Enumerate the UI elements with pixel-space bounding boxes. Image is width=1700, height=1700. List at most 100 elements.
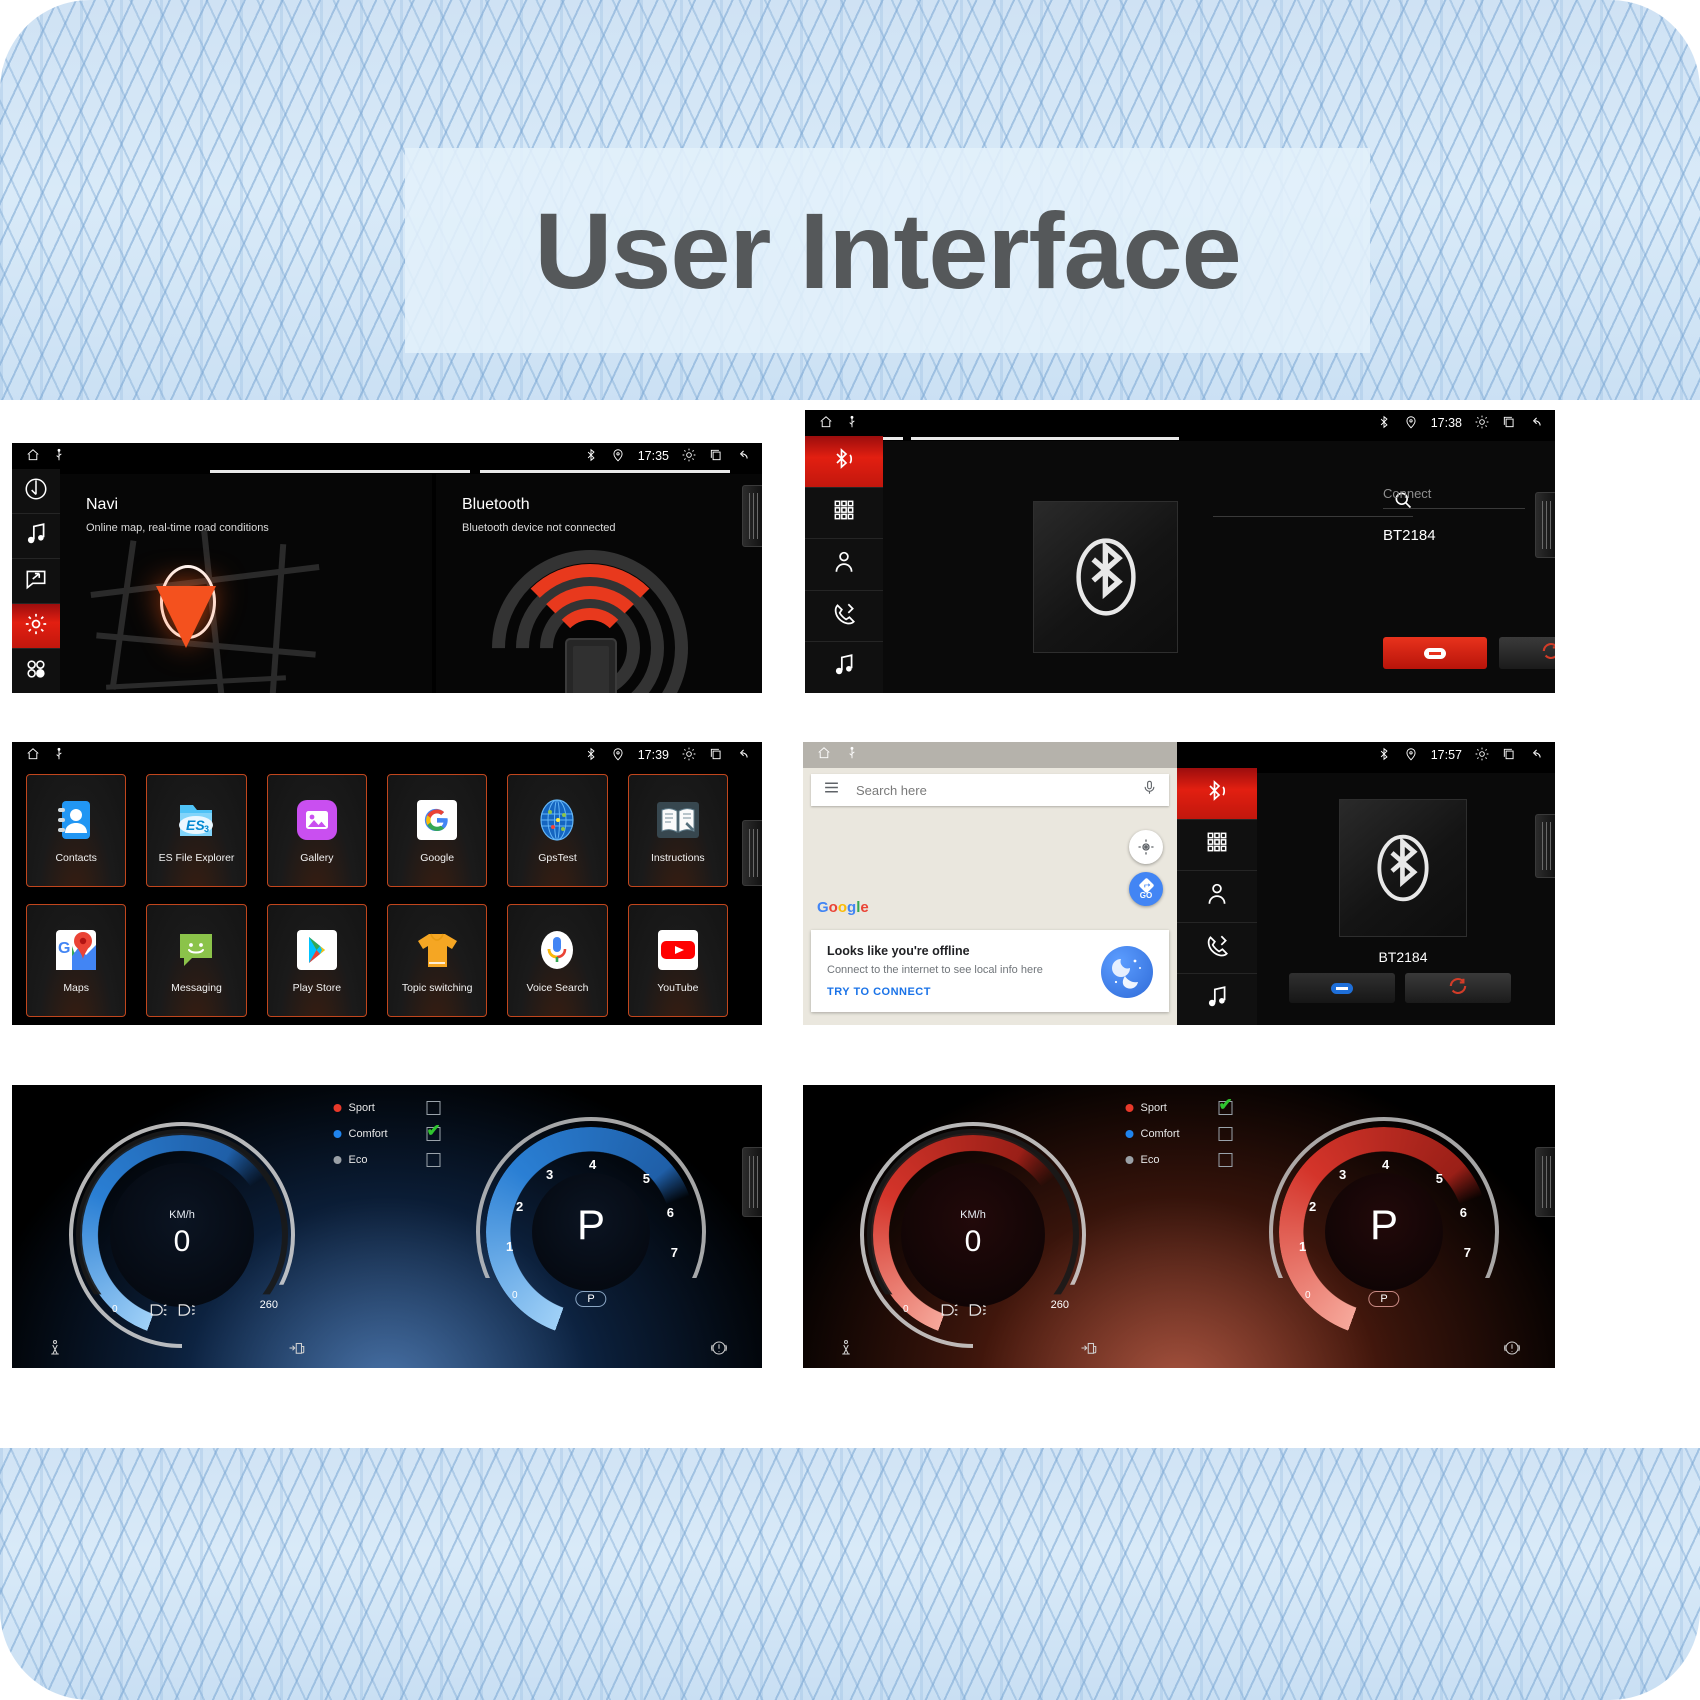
- home-card-navi[interactable]: Navi Online map, real-time road conditio…: [60, 474, 432, 693]
- sidebar-item-bluetooth[interactable]: [1177, 768, 1257, 820]
- mode-row-sport[interactable]: Sport: [333, 1101, 441, 1115]
- mode-row-comfort[interactable]: Comfort: [333, 1121, 441, 1141]
- sidebar-item-dialpad[interactable]: [805, 488, 883, 540]
- menu-icon[interactable]: [823, 779, 840, 801]
- sidebar-item-music[interactable]: [805, 642, 883, 693]
- bt2-statusbar: 17:57: [1177, 742, 1555, 768]
- refresh-button[interactable]: [1405, 973, 1511, 1003]
- sidebar-item-call-history[interactable]: [1177, 923, 1257, 975]
- page-title: User Interface: [534, 190, 1241, 311]
- brightness-icon[interactable]: [682, 448, 696, 465]
- disconnect-button[interactable]: [1289, 973, 1395, 1003]
- home-icon[interactable]: [26, 747, 40, 764]
- app-tile-youtube[interactable]: YouTube: [627, 904, 728, 1017]
- try-to-connect-link[interactable]: TRY TO CONNECT: [827, 986, 931, 998]
- eco-checkbox[interactable]: [1218, 1153, 1233, 1167]
- app-tile-gallery[interactable]: Gallery: [266, 774, 367, 887]
- rpm-tick: 6: [1459, 1205, 1467, 1220]
- app-tile-voice-search[interactable]: Voice Search: [507, 904, 608, 1017]
- bluetooth-icon: [1075, 538, 1136, 616]
- sidebar-item-music[interactable]: [12, 514, 60, 559]
- es-file-explorer-icon: ES 3: [173, 797, 219, 843]
- home-card-bluetooth[interactable]: Bluetooth Bluetooth device not connected: [436, 474, 762, 693]
- paired-device-name[interactable]: BT2184: [1383, 527, 1525, 544]
- maps-statusbar: [803, 742, 1177, 768]
- sidebar-item-contacts[interactable]: [805, 539, 883, 591]
- app-tile-gpstest[interactable]: GpsTest: [507, 774, 608, 887]
- maps-canvas[interactable]: Google GO: [803, 806, 1177, 924]
- home-rail: [12, 469, 60, 693]
- seatbelt-icon: [46, 1339, 64, 1362]
- dialpad-icon: [831, 497, 857, 528]
- recents-icon[interactable]: [709, 747, 723, 764]
- rpm-tick: 2: [1309, 1199, 1317, 1214]
- mode-row-sport[interactable]: Sport: [1125, 1095, 1233, 1115]
- music-note-icon: [1204, 984, 1230, 1015]
- minus-pill-icon: [1424, 647, 1446, 659]
- back-icon[interactable]: [1529, 747, 1543, 764]
- app-tile-instructions[interactable]: Instructions: [627, 774, 728, 887]
- sidebar-item-navigation[interactable]: [12, 469, 60, 514]
- recents-icon[interactable]: [1502, 415, 1516, 432]
- sidebar-item-call-history[interactable]: [805, 591, 883, 643]
- microphone-icon[interactable]: [1142, 779, 1157, 801]
- sidebar-item-screen-mirror[interactable]: [12, 559, 60, 604]
- comfort-checkbox[interactable]: [1218, 1127, 1233, 1141]
- brightness-icon[interactable]: [1475, 415, 1489, 432]
- my-location-button[interactable]: [1129, 830, 1163, 864]
- sidebar-item-bluetooth[interactable]: [805, 436, 883, 488]
- usb-icon: [845, 415, 859, 432]
- comfort-checkbox[interactable]: [426, 1121, 441, 1141]
- home-icon[interactable]: [26, 448, 40, 465]
- app-tile-contacts[interactable]: Contacts: [26, 774, 127, 887]
- recents-icon[interactable]: [709, 448, 723, 465]
- speed-unit: KM/h: [169, 1209, 195, 1221]
- back-icon[interactable]: [736, 448, 750, 465]
- screen-mirror-icon: [23, 566, 49, 597]
- speed-unit: KM/h: [960, 1209, 986, 1221]
- mode-row-eco[interactable]: Eco: [1125, 1153, 1233, 1167]
- bluetooth-icon: [1377, 415, 1391, 432]
- home-icon[interactable]: [817, 746, 831, 765]
- go-button[interactable]: GO: [1129, 872, 1163, 906]
- sport-checkbox[interactable]: [1218, 1095, 1233, 1115]
- app-tile-messaging[interactable]: Messaging: [146, 904, 247, 1017]
- sidebar-item-music[interactable]: [1177, 974, 1257, 1025]
- sport-checkbox[interactable]: [426, 1101, 441, 1115]
- back-icon[interactable]: [1529, 415, 1543, 432]
- recents-icon[interactable]: [1502, 747, 1516, 764]
- refresh-button[interactable]: [1499, 637, 1555, 669]
- sidebar-item-settings[interactable]: [12, 604, 60, 649]
- sidebar-item-contacts[interactable]: [1177, 871, 1257, 923]
- rpm-tick: 4: [589, 1157, 597, 1172]
- sidebar-item-dialpad[interactable]: [1177, 820, 1257, 872]
- eco-checkbox[interactable]: [426, 1153, 441, 1167]
- app-tile-play-store[interactable]: Play Store: [266, 904, 367, 1017]
- location-icon: [611, 448, 625, 465]
- mode-row-comfort[interactable]: Comfort: [1125, 1127, 1233, 1141]
- app-tile-google[interactable]: Google: [387, 774, 488, 887]
- mode-row-eco[interactable]: Eco: [333, 1153, 441, 1167]
- home-icon[interactable]: [819, 415, 833, 432]
- app-tile-topic-switching[interactable]: Topic switching: [387, 904, 488, 1017]
- back-icon[interactable]: [736, 747, 750, 764]
- app-tile-maps[interactable]: G Maps: [26, 904, 127, 1017]
- rpm-tick: 5: [642, 1171, 650, 1186]
- bt2-rail: [1177, 768, 1257, 1025]
- app-tile-es-file-explorer[interactable]: ES 3 ES File Explorer: [146, 774, 247, 887]
- navigation-icon: [23, 476, 49, 507]
- tachometer-gauge: P P 0 1 2 3 4 5 6 7: [1269, 1117, 1499, 1337]
- maps-search-bar[interactable]: Search here: [811, 774, 1169, 806]
- brightness-icon[interactable]: [682, 747, 696, 764]
- background-divider-bottom: [0, 1418, 1700, 1448]
- sidebar-item-apps[interactable]: [12, 649, 60, 693]
- search-input[interactable]: [1213, 489, 1383, 515]
- home-statusbar: 17:35: [12, 443, 762, 469]
- app-grid: Contacts ES 3 ES File Explorer Gallery G…: [26, 774, 728, 1017]
- home-card-navi-title: Navi: [86, 496, 119, 513]
- app-label: GpsTest: [538, 852, 577, 864]
- sport-dot-icon: [333, 1104, 342, 1112]
- disconnect-button[interactable]: [1383, 637, 1487, 669]
- rpm-tick: 7: [1463, 1245, 1471, 1260]
- brightness-icon[interactable]: [1475, 747, 1489, 764]
